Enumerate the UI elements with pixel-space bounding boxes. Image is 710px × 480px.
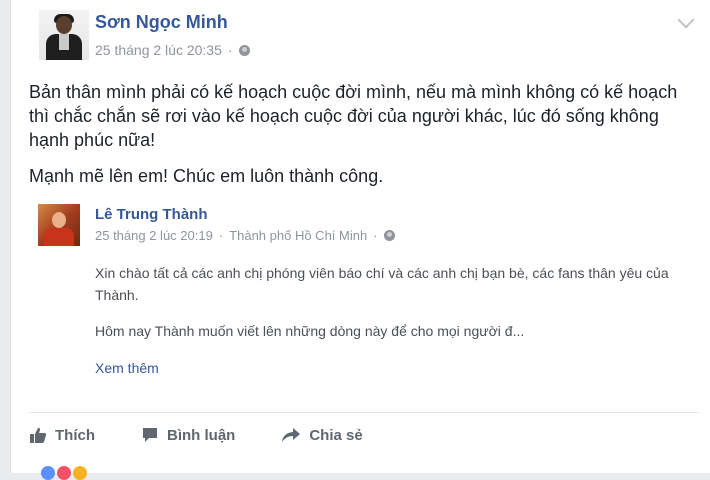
shared-timestamp[interactable]: 25 tháng 2 lúc 20:19: [95, 228, 213, 243]
post-paragraph: Mạnh mẽ lên em! Chúc em luôn thành công.: [29, 166, 384, 186]
author-name[interactable]: Sơn Ngọc Minh: [95, 12, 228, 33]
reaction-summary[interactable]: [41, 466, 89, 480]
action-bar: Thích Bình luận Chia sẻ: [29, 420, 409, 450]
meta-separator: ·: [227, 42, 233, 58]
post-body: Bản thân mình phải có kế hoạch cuộc đời …: [29, 80, 689, 200]
divider: [29, 412, 699, 413]
share-arrow-icon: [282, 428, 301, 442]
post-card: Sơn Ngọc Minh 25 tháng 2 lúc 20:35 · Bản…: [10, 0, 710, 480]
shared-post-meta: 25 tháng 2 lúc 20:19 · Thành phố Hồ Chí …: [95, 228, 395, 243]
comment-button[interactable]: Bình luận: [141, 426, 235, 444]
globe-icon[interactable]: [383, 230, 395, 241]
post-timestamp[interactable]: 25 tháng 2 lúc 20:35: [95, 42, 222, 58]
like-label: Thích: [55, 426, 95, 444]
comment-label: Bình luận: [167, 426, 236, 444]
like-reaction-icon: [41, 466, 55, 480]
shared-post[interactable]: Lê Trung Thành 25 tháng 2 lúc 20:19 · Th…: [29, 196, 699, 392]
shared-author-name[interactable]: Lê Trung Thành: [95, 206, 208, 223]
like-button[interactable]: Thích: [29, 426, 95, 444]
shared-post-body: Xin chào tất cả các anh chị phóng viên b…: [95, 262, 695, 356]
share-label: Chia sẻ: [309, 426, 363, 444]
shared-paragraph: Hôm nay Thành muốn viết lên những dòng n…: [95, 323, 525, 339]
author-avatar[interactable]: [39, 10, 89, 60]
shared-paragraph: Xin chào tất cả các anh chị phóng viên b…: [95, 265, 669, 303]
meta-separator: ·: [373, 228, 378, 243]
love-reaction-icon: [57, 466, 71, 480]
haha-reaction-icon: [73, 466, 87, 480]
post-paragraph: Bản thân mình phải có kế hoạch cuộc đời …: [29, 82, 678, 150]
shared-location[interactable]: Thành phố Hồ Chí Minh: [229, 228, 367, 243]
thumbs-up-icon: [30, 427, 47, 443]
meta-separator: ·: [218, 228, 224, 243]
share-button[interactable]: Chia sẻ: [281, 426, 363, 444]
post-meta: 25 tháng 2 lúc 20:35 ·: [95, 42, 250, 58]
globe-icon[interactable]: [238, 44, 250, 56]
comment-icon: [143, 428, 157, 442]
shared-author-avatar[interactable]: [38, 204, 80, 246]
chevron-down-icon[interactable]: [677, 11, 695, 29]
see-more-link[interactable]: Xem thêm: [95, 360, 159, 376]
